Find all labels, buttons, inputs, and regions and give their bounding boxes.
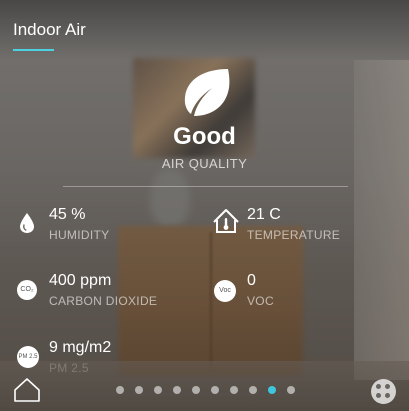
apps-dot — [376, 393, 381, 398]
voc-metric: 0 VOC — [247, 271, 274, 308]
page-dot[interactable] — [287, 386, 295, 394]
thermometer-home-icon — [213, 209, 239, 233]
pm25-metric: 9 mg/m2 PM 2.5 — [49, 338, 111, 375]
co2-icon: CO₂ — [17, 280, 37, 300]
home-icon[interactable] — [13, 377, 41, 403]
page-dot[interactable] — [230, 386, 238, 394]
apps-dot — [376, 384, 381, 389]
pm25-label: PM 2.5 — [49, 361, 89, 375]
apps-dot — [385, 393, 390, 398]
title-underline — [13, 49, 54, 51]
temperature-value: 21 C — [247, 206, 281, 223]
humidity-label: HUMIDITY — [49, 228, 110, 242]
voc-icon: Voc — [214, 280, 236, 302]
apps-dot — [385, 384, 390, 389]
page-dot[interactable] — [135, 386, 143, 394]
voc-value: 0 — [247, 272, 256, 289]
humidity-value: 45 % — [49, 206, 86, 223]
leaf-icon — [184, 69, 230, 116]
page-dot[interactable] — [249, 386, 257, 394]
air-quality-status: Good — [173, 123, 236, 150]
page-dot[interactable] — [154, 386, 162, 394]
page-dot[interactable] — [211, 386, 219, 394]
carbon-dioxide-value: 400 ppm — [49, 272, 112, 289]
page-dot[interactable] — [116, 386, 124, 394]
indoor-air-screen: Indoor Air Good AIR QUALITY 45 % HUMIDIT… — [0, 0, 409, 411]
page-dot[interactable] — [173, 386, 181, 394]
voc-label: VOC — [247, 294, 274, 308]
page-title: Indoor Air — [13, 20, 86, 39]
temperature-label: TEMPERATURE — [247, 228, 341, 242]
divider — [63, 186, 348, 187]
carbon-dioxide-metric: 400 ppm CARBON DIOXIDE — [49, 271, 157, 308]
pm25-icon: PM 2.5 — [17, 346, 39, 368]
pm25-value: 9 mg/m2 — [49, 339, 112, 356]
page-dot-active[interactable] — [268, 386, 276, 394]
water-drop-icon — [20, 213, 34, 233]
humidity-metric: 45 % HUMIDITY — [49, 205, 109, 242]
temperature-metric: 21 C TEMPERATURE — [247, 205, 340, 242]
page-dot[interactable] — [192, 386, 200, 394]
air-quality-label: AIR QUALITY — [161, 156, 248, 171]
apps-menu-icon[interactable] — [371, 379, 396, 404]
carbon-dioxide-label: CARBON DIOXIDE — [49, 294, 158, 308]
